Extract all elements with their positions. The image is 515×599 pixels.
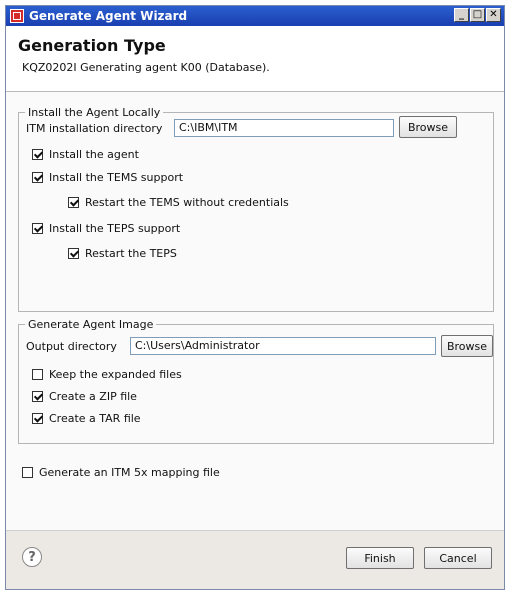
install-agent-checkbox[interactable]: Install the agent bbox=[32, 148, 139, 161]
install-locally-legend: Install the Agent Locally bbox=[28, 106, 161, 119]
output-dir-label: Output directory bbox=[26, 340, 117, 353]
itm-dir-field[interactable]: C:\IBM\ITM bbox=[174, 119, 394, 137]
wizard-window: Generate Agent Wizard _ □ ✕ Generation T… bbox=[5, 5, 505, 590]
help-icon[interactable]: ? bbox=[22, 547, 42, 567]
wizard-header: Generation Type KQZ0202I Generating agen… bbox=[6, 26, 504, 92]
itm-dir-label: ITM installation directory bbox=[26, 122, 163, 135]
minimize-button[interactable]: _ bbox=[454, 8, 469, 22]
create-tar-checkbox[interactable]: Create a TAR file bbox=[32, 412, 141, 425]
checkbox-box[interactable] bbox=[32, 391, 43, 402]
cancel-button[interactable]: Cancel bbox=[424, 547, 492, 569]
keep-expanded-checkbox[interactable]: Keep the expanded files bbox=[32, 368, 182, 381]
agent-image-legend: Generate Agent Image bbox=[28, 318, 154, 331]
maximize-button[interactable]: □ bbox=[470, 8, 485, 22]
checkbox-box[interactable] bbox=[22, 467, 33, 478]
checkbox-box[interactable] bbox=[32, 413, 43, 424]
itm5x-mapping-checkbox[interactable]: Generate an ITM 5x mapping file bbox=[22, 466, 220, 479]
restart-teps-checkbox[interactable]: Restart the TEPS bbox=[68, 247, 177, 260]
create-zip-checkbox[interactable]: Create a ZIP file bbox=[32, 390, 137, 403]
wizard-body: Install the Agent Locally ITM installati… bbox=[6, 92, 504, 552]
checkbox-box[interactable] bbox=[32, 369, 43, 380]
install-tems-checkbox[interactable]: Install the TEMS support bbox=[32, 171, 183, 184]
window-controls: _ □ ✕ bbox=[454, 8, 501, 22]
close-button[interactable]: ✕ bbox=[486, 8, 501, 22]
itm-browse-button[interactable]: Browse bbox=[399, 116, 457, 138]
checkbox-box[interactable] bbox=[68, 248, 79, 259]
status-message: KQZ0202I Generating agent K00 (Database)… bbox=[22, 61, 270, 74]
page-title: Generation Type bbox=[18, 36, 166, 55]
app-icon bbox=[10, 9, 24, 23]
checkbox-box[interactable] bbox=[32, 223, 43, 234]
finish-button[interactable]: Finish bbox=[346, 547, 414, 569]
checkbox-box[interactable] bbox=[32, 149, 43, 160]
install-teps-checkbox[interactable]: Install the TEPS support bbox=[32, 222, 180, 235]
window-title: Generate Agent Wizard bbox=[29, 9, 188, 23]
wizard-footer: ? Finish Cancel bbox=[6, 530, 504, 589]
title-bar: Generate Agent Wizard _ □ ✕ bbox=[6, 6, 504, 26]
checkbox-box[interactable] bbox=[32, 172, 43, 183]
restart-tems-checkbox[interactable]: Restart the TEMS without credentials bbox=[68, 196, 289, 209]
output-dir-field[interactable]: C:\Users\Administrator bbox=[130, 337, 436, 355]
checkbox-box[interactable] bbox=[68, 197, 79, 208]
output-browse-button[interactable]: Browse bbox=[441, 335, 493, 357]
